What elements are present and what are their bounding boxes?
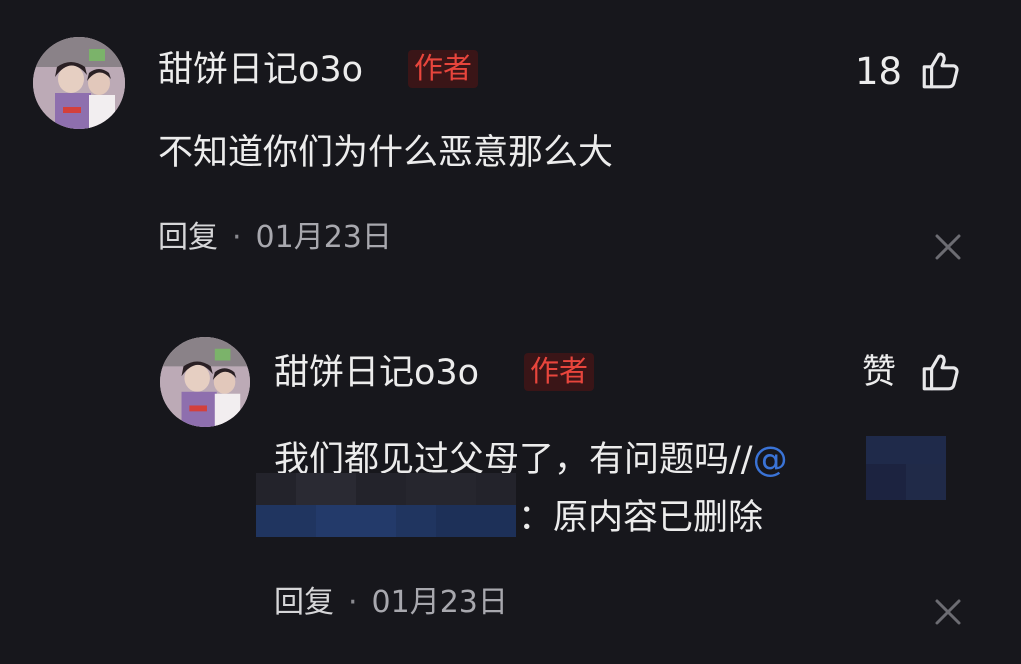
meta-separator: · [348,585,358,620]
thumbs-up-icon[interactable] [919,49,961,91]
mention-link[interactable]: @ [753,440,788,480]
comment-author-name[interactable]: 甜饼日记o3o [158,53,363,88]
comment-meta: 回复 · 01月23日 [158,223,392,253]
avatar[interactable] [33,37,125,129]
comment-date: 01月23日 [255,220,392,255]
reply-author-name[interactable]: 甜饼日记o3o [274,356,479,391]
redacted-mention-name-2 [256,473,516,537]
reply-like-label: 赞 [862,352,896,392]
close-icon[interactable] [933,232,963,262]
meta-separator: · [232,220,242,255]
reply-date: 01月23日 [371,585,508,620]
reply-text-line2: ：原内容已删除 [518,498,764,538]
close-icon[interactable] [933,597,963,627]
thumbs-up-icon[interactable] [919,351,961,393]
comment-text: 不知道你们为什么恶意那么大 [158,133,614,173]
redacted-mention-name [866,436,946,500]
like-count: 18 [855,50,903,93]
reply-author-badge: 作者 [524,353,595,391]
reply-avatar[interactable] [160,337,250,427]
author-badge: 作者 [408,50,479,88]
reply-button[interactable]: 回复 [158,220,218,255]
reply-meta: 回复 · 01月23日 [274,588,508,618]
reply-button[interactable]: 回复 [274,585,334,620]
